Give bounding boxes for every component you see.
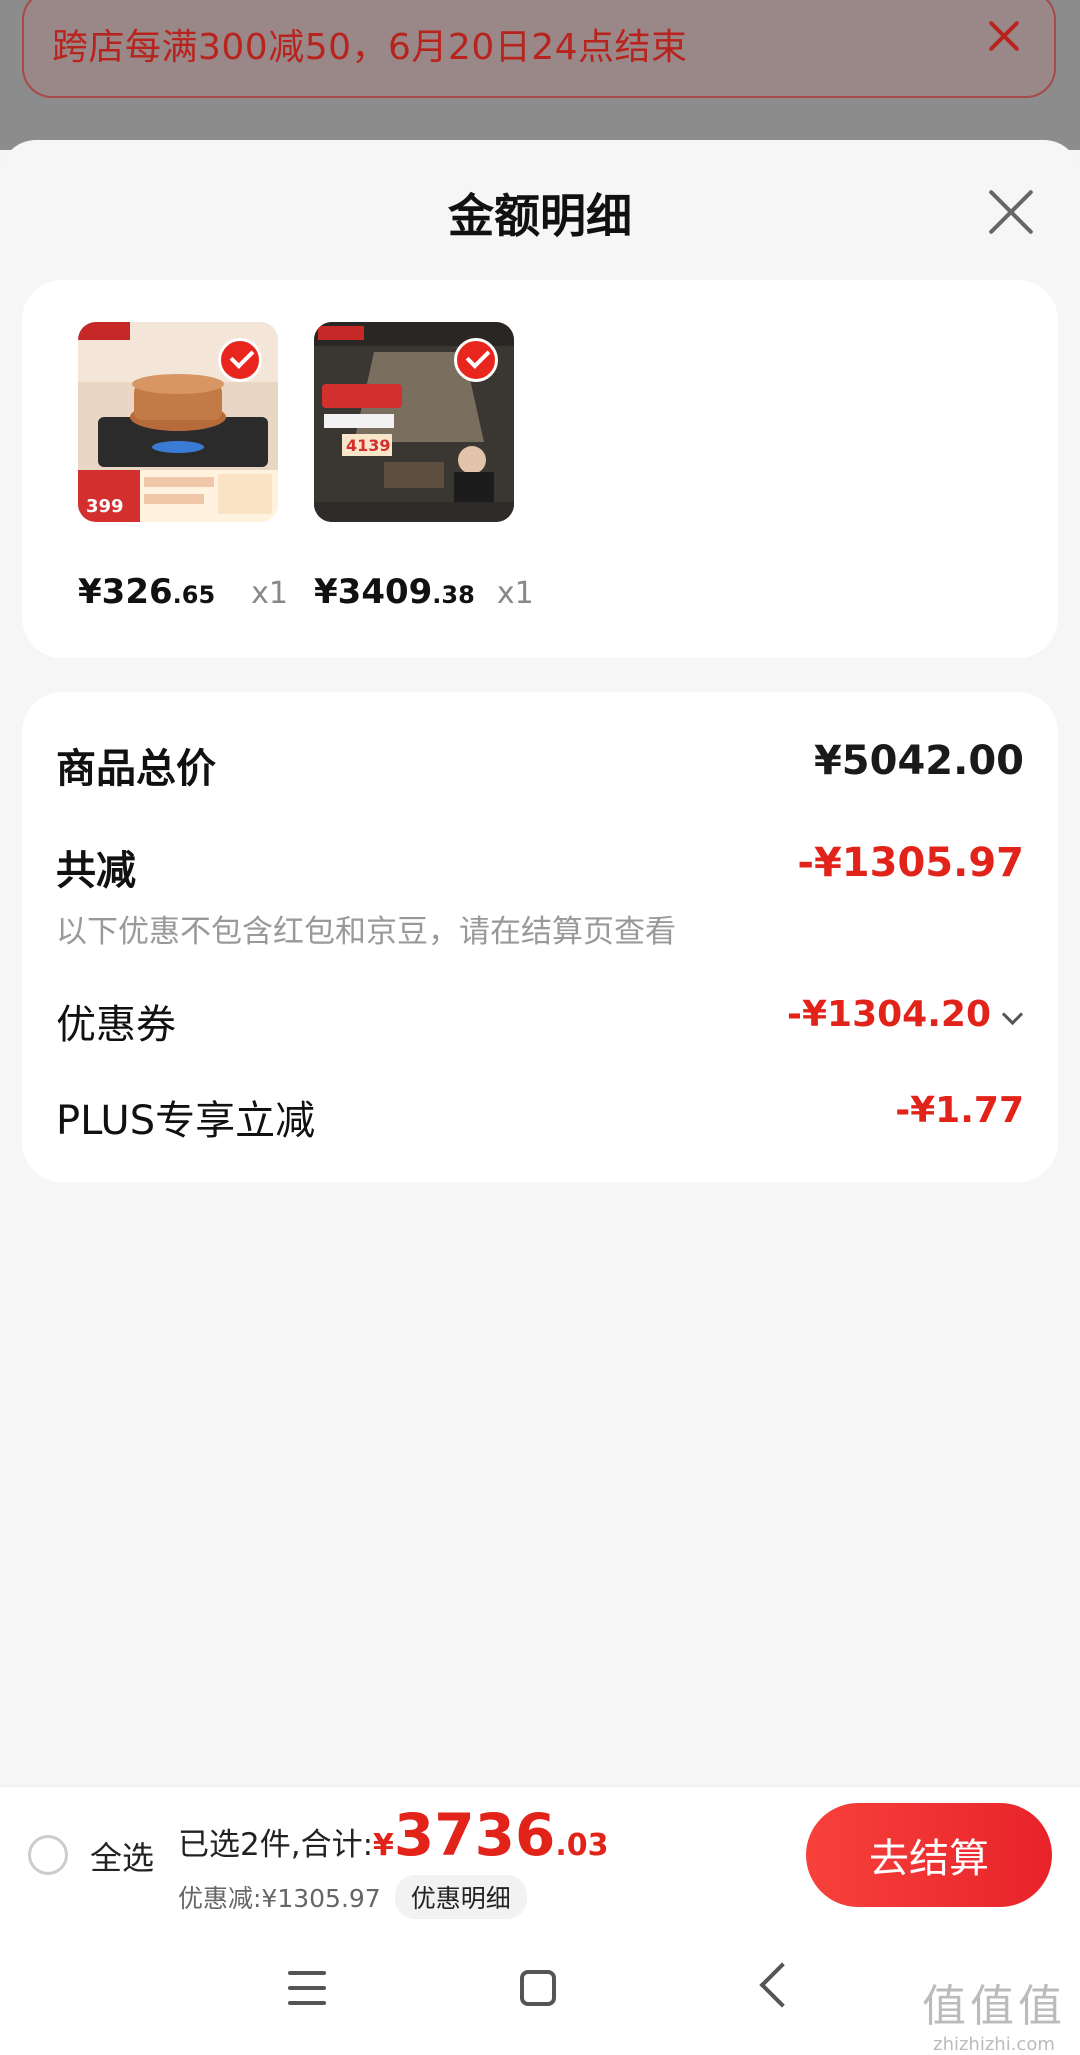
total-amount-decimal: .03 [555, 1828, 609, 1863]
product-price: ¥326 [78, 572, 173, 612]
gas-stove-product-image: 399 [78, 322, 278, 522]
checkout-button[interactable]: 去结算 [806, 1803, 1052, 1907]
total-reduction-label: 共减 [56, 848, 136, 894]
checked-icon [218, 338, 262, 382]
product-price-row: ¥3409 .38 x1 [314, 572, 534, 612]
checked-icon [454, 338, 498, 382]
reduction-note: 以下优惠不包含红包和京豆，请在结算页查看 [56, 914, 676, 950]
discount-line: 优惠减:¥1305.97 优惠明细 [178, 1875, 527, 1919]
products-card: 399 ¥326 .65 x1 4139 ¥3409 .38 x1 [22, 280, 1058, 658]
watermark-url: zhizhizhi.com [933, 2034, 1055, 2055]
svg-text:4139: 4139 [346, 436, 391, 455]
range-hood-product-image: 4139 [314, 322, 514, 522]
total-price-value: ¥5042.00 [813, 738, 1024, 784]
total-prefix: 已选2件,合计: [178, 1827, 374, 1863]
total-line: 已选2件,合计: ¥ 3736 .03 [178, 1801, 609, 1869]
watermark-glyphs: 值值值 [922, 1981, 1066, 2032]
product-price: ¥3409 [314, 572, 433, 612]
checkout-bar: 全选 已选2件,合计: ¥ 3736 .03 优惠减:¥1305.97 优惠明细… [0, 1786, 1080, 1925]
watermark: 值值值 zhizhizhi.com [922, 1970, 1066, 2055]
svg-text:399: 399 [86, 496, 124, 517]
product-price-decimal: .65 [172, 581, 216, 609]
product-item[interactable]: 399 ¥326 .65 x1 [78, 322, 288, 612]
price-summary-card: 商品总价 ¥5042.00 共减 -¥1305.97 以下优惠不包含红包和京豆，… [22, 692, 1058, 1182]
total-reduction-value: -¥1305.97 [797, 840, 1024, 886]
discount-detail-button[interactable]: 优惠明细 [394, 1875, 527, 1919]
product-item[interactable]: 4139 ¥3409 .38 x1 [314, 322, 534, 612]
plus-discount-label: PLUS专享立减 [56, 1098, 316, 1144]
amount-detail-sheet: 金额明细 399 ¥326 .65 x1 4139 ¥3409 .38 x1 商… [0, 140, 1080, 1785]
product-price-row: ¥326 .65 x1 [78, 572, 288, 612]
total-amount: 3736 [393, 1801, 556, 1869]
coupon-row-value[interactable]: -¥1304.20 [787, 994, 1024, 1035]
promo-text: 跨店每满300减50，6月20日24点结束 [52, 27, 688, 68]
chevron-down-icon [1001, 1003, 1024, 1026]
product-quantity: x1 [251, 576, 288, 611]
total-currency: ¥ [373, 1828, 394, 1863]
back-icon[interactable] [759, 1962, 805, 2008]
coupon-label: 优惠券 [56, 1002, 176, 1048]
close-icon[interactable] [984, 16, 1024, 56]
promo-banner: 跨店每满300减50，6月20日24点结束 [22, 0, 1056, 98]
coupon-value: -¥1304.20 [787, 994, 991, 1035]
home-icon[interactable] [520, 1970, 556, 2006]
select-all-radio[interactable] [28, 1835, 68, 1875]
product-price-decimal: .38 [432, 581, 475, 609]
discount-text: 优惠减:¥1305.97 [178, 1884, 381, 1913]
recent-apps-icon[interactable] [288, 1971, 326, 2007]
total-price-label: 商品总价 [56, 746, 216, 792]
system-nav-bar [0, 1925, 1080, 2055]
sheet-title: 金额明细 [448, 189, 632, 243]
select-all-label[interactable]: 全选 [90, 1833, 154, 1879]
product-quantity: x1 [496, 576, 534, 611]
close-icon[interactable] [986, 186, 1036, 236]
plus-discount-value: -¥1.77 [895, 1090, 1024, 1131]
